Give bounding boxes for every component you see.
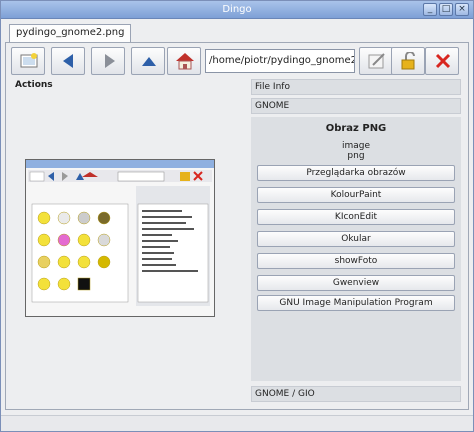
preview-image <box>26 160 214 306</box>
status-bar <box>1 415 473 431</box>
main-window: Dingo _ □ × pydingo_gnome2.png /home/pio… <box>0 0 474 432</box>
section-gnome[interactable]: GNOME <box>251 98 461 114</box>
window-close-button[interactable]: × <box>455 3 469 16</box>
path-input[interactable]: /home/piotr/pydingo_gnome2.png <box>205 49 355 73</box>
up-button[interactable] <box>131 47 165 75</box>
app-button-kolourpaint[interactable]: KolourPaint <box>257 187 455 203</box>
up-arrow-icon <box>142 57 156 66</box>
toolbar: /home/piotr/pydingo_gnome2.png <box>11 47 465 77</box>
actions-label: Actions <box>15 80 53 90</box>
close-icon <box>435 53 451 69</box>
mime-main: image <box>341 141 371 151</box>
app-button-przegladarka[interactable]: Przeglądarka obrazów <box>257 165 455 181</box>
file-type-title: Obraz PNG <box>325 123 387 134</box>
home-icon <box>176 53 194 70</box>
minimize-button[interactable]: _ <box>423 3 437 16</box>
forward-button[interactable] <box>91 47 125 75</box>
home-button[interactable] <box>167 47 201 75</box>
image-preview[interactable] <box>25 159 215 317</box>
section-file-info[interactable]: File Info <box>251 79 461 95</box>
new-image-icon <box>20 53 38 68</box>
edit-icon <box>368 53 385 69</box>
app-button-gwenview[interactable]: Gwenview <box>257 275 455 291</box>
app-button-kiconedit[interactable]: KIconEdit <box>257 209 455 225</box>
window-title: Dingo <box>222 4 252 15</box>
panel-splitter[interactable] <box>245 79 247 399</box>
back-button[interactable] <box>51 47 85 75</box>
maximize-button[interactable]: □ <box>439 3 453 16</box>
back-arrow-icon <box>63 54 73 68</box>
section-gnome-gio[interactable]: GNOME / GIO <box>251 386 461 402</box>
edit-button[interactable] <box>359 47 393 75</box>
app-button-gimp[interactable]: GNU Image Manipulation Program <box>257 295 455 311</box>
titlebar[interactable]: Dingo _ □ × <box>1 1 473 19</box>
app-button-showfoto[interactable]: showFoto <box>257 253 455 269</box>
unlock-button[interactable] <box>391 47 425 75</box>
unlock-icon <box>401 52 415 70</box>
close-button[interactable] <box>425 47 459 75</box>
tab-pydingo[interactable]: pydingo_gnome2.png <box>9 24 132 42</box>
new-image-button[interactable] <box>11 47 45 75</box>
forward-arrow-icon <box>105 54 115 68</box>
tab-bar: pydingo_gnome2.png <box>3 21 471 43</box>
app-button-okular[interactable]: Okular <box>257 231 455 247</box>
mime-sub: png <box>347 151 365 161</box>
open-with-panel: Obraz PNG image png Przeglądarka obrazów… <box>251 117 461 381</box>
